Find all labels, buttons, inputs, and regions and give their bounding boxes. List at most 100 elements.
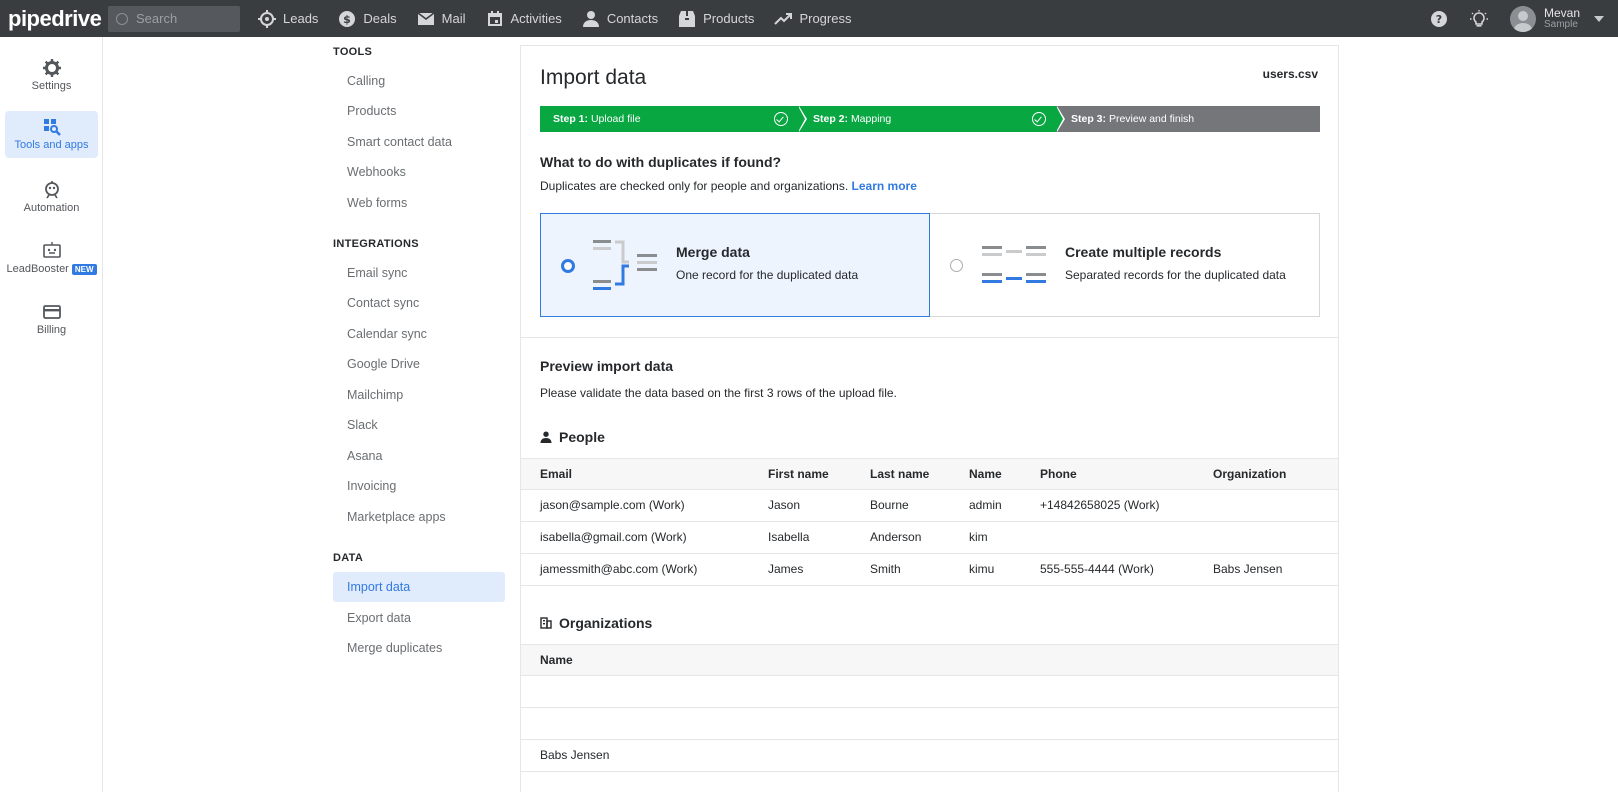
step-number: Step 2: — [813, 113, 849, 125]
menu-item-import-data[interactable]: Import data — [333, 572, 505, 602]
duplicates-description: Duplicates are checked only for people a… — [540, 179, 917, 193]
dollar-icon: $ — [339, 10, 356, 27]
lightbulb-icon[interactable] — [1469, 9, 1488, 28]
nav-label: Products — [703, 11, 755, 26]
table-row — [521, 676, 1338, 708]
cell-email: jason@sample.com (Work) — [540, 498, 685, 512]
people-section-title: People — [540, 429, 605, 445]
rail-item-tools-and-apps[interactable]: Tools and apps — [5, 111, 98, 158]
svg-text:$: $ — [344, 13, 352, 26]
organizations-table: Name Babs Jensen — [521, 644, 1338, 772]
menu-item-invoicing[interactable]: Invoicing — [333, 471, 505, 501]
people-table: Email First name Last name Name Phone Or… — [521, 458, 1338, 586]
table-header: Email First name Last name Name Phone Or… — [521, 458, 1338, 490]
menu-item-smart-contact-data[interactable]: Smart contact data — [333, 127, 505, 157]
nav-contacts[interactable]: Contacts — [582, 10, 658, 28]
merge-data-radio[interactable] — [561, 259, 575, 273]
column-header-first-name: First name — [768, 467, 829, 481]
duplicates-title: What to do with duplicates if found? — [540, 154, 782, 170]
people-title: People — [559, 429, 605, 445]
menu-item-products[interactable]: Products — [333, 96, 505, 126]
table-row — [521, 708, 1338, 740]
gear-icon — [42, 59, 61, 77]
cell-last-name: Smith — [870, 562, 901, 576]
menu-item-webhooks[interactable]: Webhooks — [333, 157, 505, 187]
preview-description: Please validate the data based on the fi… — [540, 386, 897, 400]
person-icon — [540, 431, 552, 443]
rail-label-row: LeadBooster NEW — [6, 263, 97, 275]
organizations-section-title: Organizations — [540, 615, 652, 631]
create-multiple-records-option[interactable]: Create multiple records Separated record… — [930, 213, 1320, 317]
menu-item-web-forms[interactable]: Web forms — [333, 188, 505, 218]
menu-item-email-sync[interactable]: Email sync — [333, 258, 505, 288]
nav-mail[interactable]: Mail — [417, 10, 466, 28]
menu-item-merge-duplicates[interactable]: Merge duplicates — [333, 633, 505, 663]
duplicates-note: Duplicates are checked only for people a… — [540, 179, 849, 193]
step-number: Step 1: — [553, 113, 589, 125]
person-icon — [582, 10, 599, 27]
nav-label: Contacts — [606, 11, 659, 26]
menu-section-tools: TOOLS — [333, 46, 373, 58]
trend-icon — [774, 12, 793, 25]
table-row: jamessmith@abc.com (Work) James Smith ki… — [521, 554, 1338, 586]
cell-organization: Babs Jensen — [1213, 562, 1283, 576]
nav-label: Activities — [510, 11, 562, 26]
help-icon[interactable]: ? — [1430, 10, 1448, 28]
card-icon — [42, 305, 61, 319]
cell-first-name: Isabella — [768, 530, 810, 544]
rail-label: LeadBooster — [6, 263, 69, 275]
menu-item-calendar-sync[interactable]: Calendar sync — [333, 319, 505, 349]
option-description: Separated records for the duplicated dat… — [1065, 268, 1286, 282]
nav-progress[interactable]: Progress — [774, 10, 851, 28]
nav-label: Progress — [799, 11, 852, 26]
rail-item-billing[interactable]: Billing — [5, 296, 98, 343]
box-icon — [679, 10, 696, 27]
cell-email: jamessmith@abc.com (Work) — [540, 562, 698, 576]
nav-products[interactable]: Products — [678, 10, 754, 28]
import-steps: Step 1: Upload file Step 2: Mapping Step… — [540, 106, 1320, 132]
column-header-last-name: Last name — [870, 467, 930, 481]
cell-last-name: Anderson — [870, 530, 922, 544]
pipedrive-logo[interactable]: pipedrive — [8, 6, 104, 32]
search-input[interactable]: Search — [108, 5, 240, 32]
avatar — [1509, 5, 1536, 32]
nav-leads[interactable]: Leads — [258, 9, 318, 28]
nav-deals[interactable]: $ Deals — [338, 10, 397, 28]
menu-item-asana[interactable]: Asana — [333, 441, 505, 471]
top-right-actions: ? Mevan Sample — [1430, 0, 1618, 37]
user-menu[interactable]: Mevan Sample — [1509, 5, 1604, 32]
rail-item-settings[interactable]: Settings — [5, 52, 98, 99]
organizations-title: Organizations — [559, 615, 653, 631]
nav-activities[interactable]: Activities — [486, 10, 562, 28]
cell-last-name: Bourne — [870, 498, 909, 512]
menu-section-integrations: INTEGRATIONS — [333, 238, 419, 250]
menu-item-marketplace-apps[interactable]: Marketplace apps — [333, 502, 505, 532]
menu-item-slack[interactable]: Slack — [333, 410, 505, 440]
merge-data-option[interactable]: Merge data One record for the duplicated… — [540, 213, 930, 317]
step-preview-and-finish: Step 3: Preview and finish — [1056, 106, 1320, 132]
building-icon — [540, 617, 552, 629]
menu-item-export-data[interactable]: Export data — [333, 603, 505, 633]
menu-item-google-drive[interactable]: Google Drive — [333, 349, 505, 379]
cell-first-name: Jason — [768, 498, 801, 512]
cell-phone: 555-555-4444 (Work) — [1040, 562, 1154, 576]
create-multiple-records-radio[interactable] — [950, 259, 963, 272]
rail-item-automation[interactable]: Automation — [5, 173, 98, 220]
page-title: Import data — [540, 66, 647, 89]
step-upload-file: Step 1: Upload file — [540, 106, 807, 132]
svg-text:?: ? — [1436, 13, 1442, 26]
menu-item-contact-sync[interactable]: Contact sync — [333, 288, 505, 318]
bot-icon — [42, 242, 61, 258]
step-label: Upload file — [590, 113, 641, 125]
preview-title: Preview import data — [540, 358, 674, 374]
cell-phone: +14842658025 (Work) — [1040, 498, 1160, 512]
column-header-organization: Organization — [1213, 467, 1287, 481]
top-bar: pipedrive Search Leads $ Deals Mail Acti… — [0, 0, 1618, 37]
rail-item-leadbooster[interactable]: LeadBooster NEW — [5, 235, 98, 282]
column-header-name: Name — [540, 653, 573, 667]
nav-label: Mail — [441, 11, 466, 26]
menu-item-calling[interactable]: Calling — [333, 66, 505, 96]
new-badge: NEW — [71, 264, 97, 275]
learn-more-link[interactable]: Learn more — [852, 179, 917, 193]
menu-item-mailchimp[interactable]: Mailchimp — [333, 380, 505, 410]
